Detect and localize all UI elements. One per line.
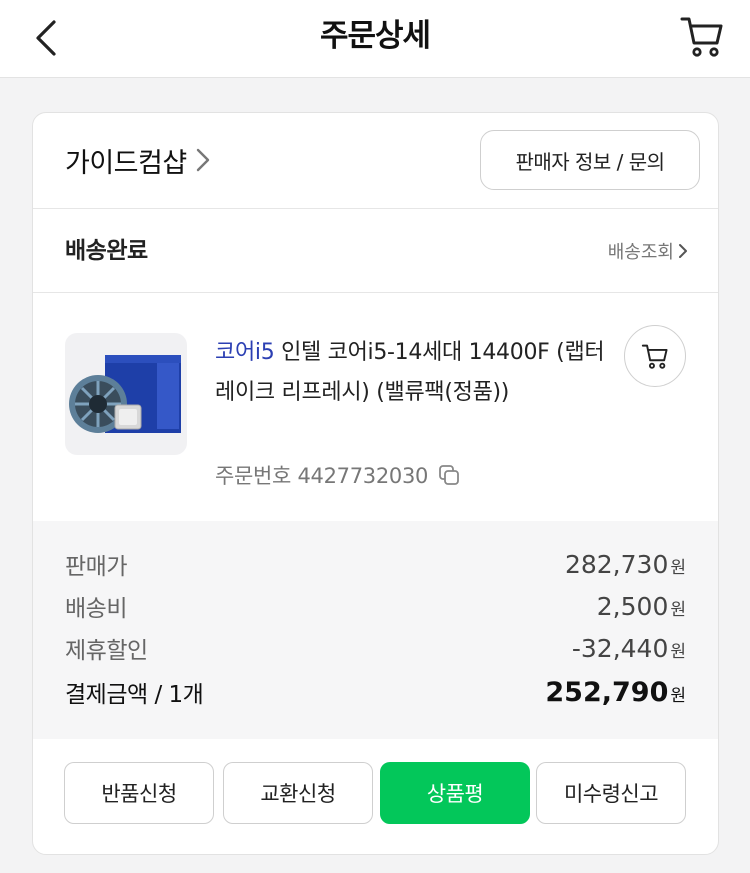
order-card: 가이드컴샵 판매자 정보 / 문의 배송완료 배송조회 코어i5 인텔 코어i5… [32,112,719,855]
product-name: 인텔 코어i5-14세대 14400F (랩터레이크 리프레시) (밸류팩(정품… [215,340,605,405]
top-app-bar: 주문상세 [0,0,750,78]
cart-icon [641,344,668,369]
price-label: 판매가 [65,554,127,580]
product-section: 코어i5 인텔 코어i5-14세대 14400F (랩터레이크 리프레시) (밸… [33,293,718,521]
price-row-sale: 판매가 282,730 원 [65,543,686,585]
track-delivery-label: 배송조회 [607,242,674,263]
product-brand: 코어i5 [215,340,275,365]
total-label: 결제금액 / 1개 [65,682,204,708]
cart-icon [680,17,723,57]
price-row-shipping: 배송비 2,500 원 [65,585,686,627]
price-value: -32,440 원 [571,633,686,663]
price-row-discount: 제휴할인 -32,440 원 [65,627,686,669]
cart-button[interactable] [674,8,730,64]
total-value: 252,790 원 [545,676,686,708]
price-value: 2,500 원 [596,591,686,621]
order-number-row: 주문번호 4427732030 [215,458,460,492]
copy-icon [439,465,459,485]
seller-name: 가이드컴샵 [65,147,187,179]
exchange-request-button[interactable]: 교환신청 [223,762,373,824]
copy-order-number-button[interactable] [438,464,460,486]
product-thumbnail[interactable] [65,333,187,455]
chevron-right-icon [679,244,687,258]
order-number: 주문번호 4427732030 [215,464,429,488]
seller-info-button[interactable]: 판매자 정보 / 문의 [480,130,700,190]
delivery-status-row: 배송완료 배송조회 [33,209,718,293]
page-title: 주문상세 [319,18,431,54]
seller-link[interactable]: 가이드컴샵 [65,139,211,181]
price-label: 배송비 [65,596,127,622]
price-value: 282,730 원 [564,549,686,579]
track-delivery-link[interactable]: 배송조회 [608,231,688,271]
price-summary: 판매가 282,730 원 배송비 2,500 원 제휴할인 -32,440 원 결제… [33,521,718,739]
write-review-button[interactable]: 상품평 [380,762,530,824]
add-to-cart-button[interactable] [624,325,686,387]
chevron-right-icon [196,148,209,172]
action-buttons: 반품신청 교환신청 상품평 미수령신고 [33,739,718,854]
price-label: 제휴할인 [65,638,148,664]
cpu-box-image [69,355,181,433]
return-request-button[interactable]: 반품신청 [64,762,214,824]
not-received-report-button[interactable]: 미수령신고 [536,762,686,824]
delivery-status: 배송완료 [65,238,148,264]
seller-row: 가이드컴샵 판매자 정보 / 문의 [33,113,718,209]
price-row-total: 결제금액 / 1개 252,790 원 [65,671,686,713]
product-title-link[interactable]: 코어i5 인텔 코어i5-14세대 14400F (랩터레이크 리프레시) (밸… [215,333,615,413]
